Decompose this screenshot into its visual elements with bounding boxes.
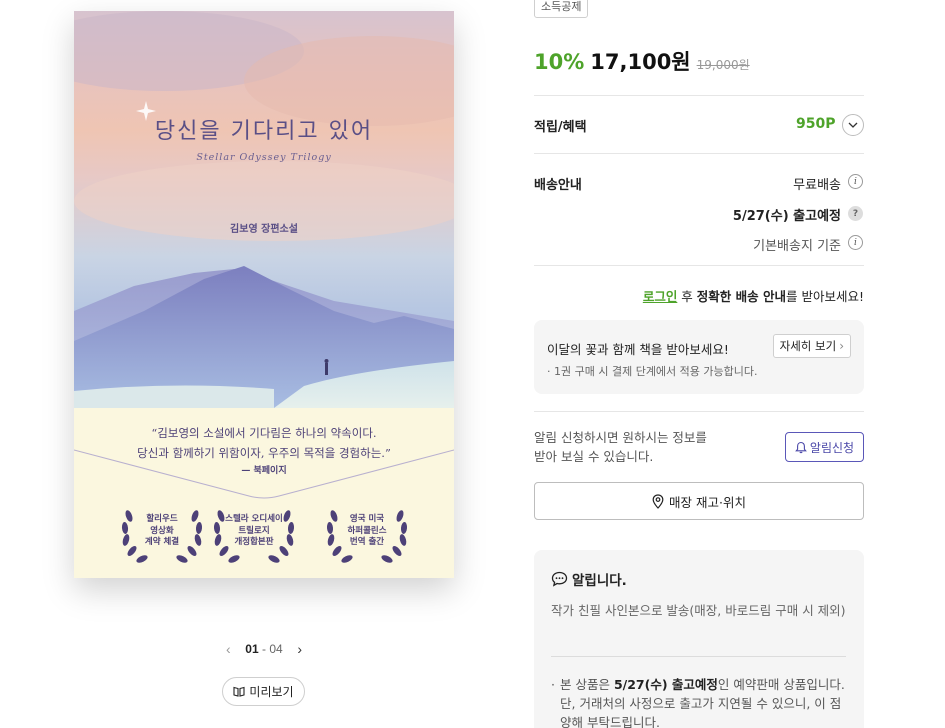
alert-subscribe-button[interactable]: 알림신청 bbox=[785, 432, 864, 462]
cover-illustration: 당신을 기다리고 있어 Stellar Odyssey Trilogy 김보영 … bbox=[74, 11, 454, 408]
store-stock-button[interactable]: 매장 재고·위치 bbox=[534, 482, 864, 520]
bell-icon bbox=[795, 441, 807, 453]
cover-quote-line: 당신과 함께하기 위함이자, 우주의 목적을 경험하는.” bbox=[137, 446, 391, 460]
speech-bubble-icon bbox=[551, 571, 568, 587]
laurel-line: 트릴로지 bbox=[238, 525, 270, 536]
chevron-right-icon[interactable]: › bbox=[297, 641, 302, 657]
shipping-label: 배송안내 bbox=[534, 178, 582, 193]
login-notice-text: 후 bbox=[677, 289, 697, 304]
notice-heading: 알립니다. bbox=[551, 569, 627, 589]
divider bbox=[534, 95, 864, 96]
laurel-line: 영상화 bbox=[150, 525, 174, 536]
mountain-landscape-illustration bbox=[74, 11, 454, 408]
info-icon[interactable]: i bbox=[848, 174, 863, 189]
points-value: 950P bbox=[796, 116, 836, 132]
cover-quote-line: “김보영의 소설에서 기다림은 하나의 약속이다. bbox=[151, 426, 377, 440]
divider bbox=[534, 265, 864, 266]
pager-count: 01 - 04 bbox=[245, 642, 282, 656]
alert-description-line: 알림 신청하시면 원하시는 정보를 bbox=[534, 430, 707, 445]
login-notice-bold: 정확한 배송 안내 bbox=[696, 289, 786, 304]
laurel-text: 영국 미국 하퍼콜린스 번역 출간 bbox=[322, 514, 412, 549]
laurel-badge: 영국 미국 하퍼콜린스 번역 출간 bbox=[322, 504, 412, 568]
notice-title: 알립니다. bbox=[572, 573, 627, 589]
laurel-badge: 스텔라 오디세이 트릴로지 개정합본판 bbox=[209, 504, 299, 568]
login-notice: 로그인 후 정확한 배송 안내를 받아보세요! bbox=[643, 286, 864, 305]
notice-body: 작가 친필 사인본으로 발송(매장, 바로드림 구매 시 제외) bbox=[551, 603, 846, 618]
info-icon[interactable]: i bbox=[848, 235, 863, 250]
original-price: 19,000원 bbox=[696, 58, 750, 72]
chevron-right-icon: › bbox=[839, 339, 844, 353]
laurel-badge: 할리우드 영상화 계약 체결 bbox=[117, 504, 207, 568]
alert-description: 알림 신청하시면 원하시는 정보를 받아 보실 수 있습니다. bbox=[534, 428, 707, 466]
login-link[interactable]: 로그인 bbox=[643, 289, 678, 304]
alert-description-line: 받아 보실 수 있습니다. bbox=[534, 449, 654, 464]
laurel-line: 스텔라 오디세이 bbox=[225, 514, 283, 524]
laurel-text: 스텔라 오디세이 트릴로지 개정합본판 bbox=[209, 514, 299, 549]
laurel-text: 할리우드 영상화 계약 체결 bbox=[117, 514, 207, 549]
alert-subscribe-label: 알림신청 bbox=[809, 440, 855, 455]
cover-title: 당신을 기다리고 있어 bbox=[154, 119, 374, 144]
flower-promo-title: 이달의 꽃과 함께 책을 받아보세요! bbox=[547, 342, 729, 357]
location-pin-icon bbox=[652, 493, 664, 509]
points-expand-button[interactable] bbox=[842, 114, 864, 136]
flower-promo-box: 이달의 꽃과 함께 책을 받아보세요! · 1권 구매 시 결제 단계에서 적용… bbox=[534, 320, 864, 394]
laurel-line: 번역 출간 bbox=[349, 537, 385, 547]
shipping-base-address: 기본배송지 기준 bbox=[753, 239, 841, 254]
divider bbox=[534, 153, 864, 154]
flower-promo-note: · 1권 구매 시 결제 단계에서 적용 가능합니다. bbox=[547, 365, 758, 378]
cover-quote: “김보영의 소설에서 기다림은 하나의 약속이다. 당신과 함께하기 위함이자,… bbox=[74, 423, 454, 463]
sale-price: 17,100원 bbox=[590, 50, 691, 74]
notice-bullet-text: 본 상품은 bbox=[560, 677, 614, 692]
book-open-icon bbox=[233, 686, 245, 697]
discount-rate: 10% bbox=[534, 50, 585, 74]
cover-subtitle: Stellar Odyssey Trilogy bbox=[196, 152, 332, 163]
laurel-line: 하퍼콜린스 bbox=[347, 525, 387, 536]
view-details-label: 자세히 보기 bbox=[779, 339, 837, 353]
points-label: 적립/혜택 bbox=[534, 120, 587, 135]
cover-author: 김보영 장편소설 bbox=[230, 224, 298, 235]
notice-box: 알립니다. 작가 친필 사인본으로 발송(매장, 바로드림 구매 시 제외) 본… bbox=[534, 550, 864, 728]
book-cover-image[interactable]: 당신을 기다리고 있어 Stellar Odyssey Trilogy 김보영 … bbox=[74, 11, 454, 578]
image-pager: ‹ 01 - 04 › bbox=[226, 640, 302, 658]
login-notice-text: 를 받아보세요! bbox=[786, 289, 864, 304]
pager-separator: - bbox=[258, 642, 270, 656]
tax-deduction-tag: 소득공제 bbox=[534, 0, 589, 18]
cover-quote-band: “김보영의 소설에서 기다림은 하나의 약속이다. 당신과 함께하기 위함이자,… bbox=[74, 408, 454, 578]
notice-bullet-date: 5/27(수) 출고예정 bbox=[613, 677, 718, 692]
shipping-type: 무료배송 bbox=[793, 178, 841, 193]
view-details-button[interactable]: 자세히 보기 › bbox=[772, 334, 851, 358]
pager-current: 01 bbox=[245, 642, 259, 656]
shipping-date: 5/27(수) 출고예정 bbox=[732, 209, 841, 224]
chevron-down-icon bbox=[848, 122, 858, 128]
store-stock-label: 매장 재고·위치 bbox=[669, 494, 746, 510]
divider bbox=[534, 411, 864, 412]
laurel-line: 개정합본판 bbox=[234, 537, 274, 547]
preview-button[interactable]: 미리보기 bbox=[222, 677, 305, 706]
laurel-line: 계약 체결 bbox=[144, 537, 180, 547]
chevron-left-icon[interactable]: ‹ bbox=[226, 641, 231, 657]
price-row: 10% 17,100원 19,000원 bbox=[534, 46, 750, 76]
help-icon[interactable]: ? bbox=[848, 206, 863, 221]
laurel-line: 할리우드 bbox=[146, 514, 178, 524]
pager-total: 04 bbox=[269, 642, 283, 656]
cover-quote-source: — 북페이지 bbox=[241, 466, 287, 476]
notice-bullet: 본 상품은 5/27(수) 출고예정인 예약판매 상품입니다. 단, 거래처의 … bbox=[551, 675, 851, 728]
laurel-line: 영국 미국 bbox=[349, 514, 385, 524]
preview-button-label: 미리보기 bbox=[249, 685, 294, 699]
divider bbox=[551, 656, 846, 657]
